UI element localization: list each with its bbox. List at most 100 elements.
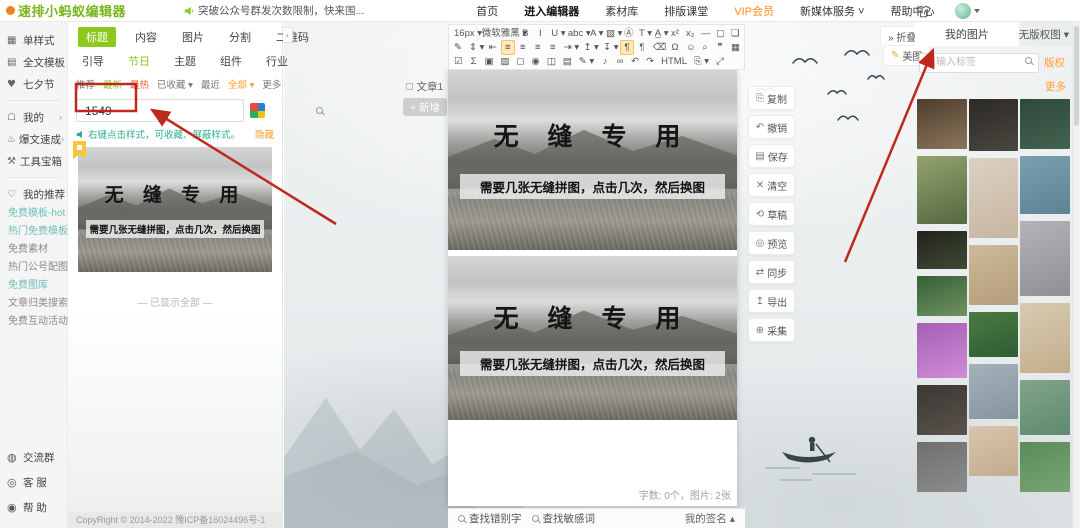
letter-spacing-button[interactable]: A̲ ▾ — [652, 26, 669, 41]
my-images-tab[interactable]: 我的图片 — [915, 22, 1019, 46]
photo-woman-garden[interactable] — [917, 155, 967, 224]
tab-content[interactable]: 内容 — [129, 27, 163, 47]
image-frame-button[interactable]: ◻ — [514, 54, 528, 69]
color-palette-icon[interactable] — [250, 103, 265, 118]
search-icon[interactable] — [1025, 57, 1032, 64]
rail-save-button[interactable]: ▤ 保存 — [748, 144, 795, 168]
photo-dark-portrait[interactable] — [968, 98, 1019, 151]
music-button[interactable]: ♪ — [598, 54, 612, 69]
rail-export-button[interactable]: ↥ 导出 — [748, 289, 795, 313]
nav-new-media-services[interactable]: 新媒体服务 ˅ — [800, 3, 864, 19]
photo-dark-room[interactable] — [917, 384, 967, 435]
nav-layout-class[interactable]: 排版课堂 — [664, 3, 708, 19]
sidebar-item-my-recommend[interactable]: ♡ 我的推荐 — [0, 183, 67, 205]
highlight-color-button[interactable]: ▧ ▾ — [603, 26, 622, 41]
filter-more[interactable]: 更多 — [262, 77, 281, 91]
scrollbar-track[interactable] — [1072, 22, 1080, 528]
margin-bottom-button[interactable]: ↧ ▾ — [600, 40, 619, 55]
image-library-button[interactable]: ▨ — [498, 54, 513, 69]
skin-tshirt-icon[interactable] — [916, 5, 931, 18]
photo-man-dark-green[interactable] — [917, 230, 967, 269]
format-painter-button[interactable]: ✎ — [451, 40, 465, 55]
text-style-button[interactable]: T ▾ — [636, 26, 652, 41]
strikethrough-button[interactable]: abc ▾ — [565, 26, 591, 41]
sidebar-item-single-style[interactable]: ▦ 单样式 — [0, 29, 67, 51]
my-signature-button[interactable]: 我的签名 ▴ — [685, 511, 735, 526]
rail-collect-button[interactable]: ⊕ 采集 — [748, 318, 795, 342]
more-link[interactable]: 更多 — [1045, 81, 1066, 93]
photo-tan-chairs[interactable] — [968, 244, 1019, 305]
photo-gray-scene[interactable] — [917, 441, 967, 492]
margin-top-button[interactable]: ↥ ▾ — [580, 40, 599, 55]
filter-favorited[interactable]: 已收藏 ▾ — [157, 77, 193, 91]
photo-building[interactable] — [968, 363, 1019, 419]
sidebar-item-mine[interactable]: ☖ 我的 › — [0, 106, 67, 128]
seamless-image-block-2[interactable]: 无 缝 专 用 需要几张无缝拼图，点击几次，然后换图 — [448, 256, 737, 420]
insert-image-button[interactable]: ▣ — [482, 54, 497, 69]
special-char-button[interactable]: Ω — [668, 40, 682, 55]
align-center-button[interactable]: ≡ — [516, 40, 530, 55]
nav-home[interactable]: 首页 — [476, 3, 498, 19]
photo-gray-fabric-plant[interactable] — [1020, 220, 1070, 296]
tab-industry[interactable]: 行业 — [266, 53, 288, 69]
checklist-button[interactable]: ☑ — [451, 54, 466, 69]
link-button[interactable]: ∞ — [613, 54, 627, 69]
photo-chair-curtain[interactable] — [1020, 302, 1070, 373]
copy-doc-button[interactable]: ❏ — [728, 26, 742, 41]
redo-button[interactable]: ↷ — [643, 54, 657, 69]
tab-component[interactable]: 组件 — [220, 53, 242, 69]
tab-festival[interactable]: 节日 — [128, 53, 150, 69]
table-button[interactable]: ▦ — [728, 40, 742, 55]
filter-all[interactable]: 全部 ▾ — [228, 77, 254, 91]
seamless-image-block-1[interactable]: 无 缝 专 用 需要几张无缝拼图，点击几次，然后换图 — [448, 70, 737, 250]
gallery-search-input[interactable] — [919, 52, 1039, 73]
announcement-banner[interactable]: 突破公众号群发次数限制，快来围... — [184, 3, 364, 18]
quote-button[interactable]: ❞ — [713, 40, 727, 55]
panel-collapse-toggle[interactable]: ‹ — [283, 27, 293, 43]
outdent-button[interactable]: ⇤ — [486, 40, 500, 55]
app-logo[interactable]: 速排小蚂蚁编辑器 — [6, 1, 126, 20]
sign-pen-button[interactable]: ✎ ▾ — [576, 54, 597, 69]
align-right-button[interactable]: ≡ — [531, 40, 545, 55]
sidebar-link-free-activity[interactable]: 免费互动活动 — [0, 313, 68, 331]
user-menu[interactable] — [955, 3, 980, 19]
emoji-button[interactable]: ☺ — [683, 40, 697, 55]
audio-button[interactable]: ▤ — [560, 54, 575, 69]
sidebar-item-help[interactable]: ◉ 帮 助 — [0, 495, 67, 520]
tab-theme[interactable]: 主题 — [174, 53, 196, 69]
find-replace-button[interactable]: ⌕ — [698, 40, 712, 55]
editor-page[interactable]: 无 缝 专 用 需要几张无缝拼图，点击几次，然后换图 无 缝 专 用 需要几张无… — [448, 70, 737, 506]
rail-clear-button[interactable]: ✕ 清空 — [748, 173, 795, 197]
find-typo-button[interactable]: 查找错别字 — [458, 511, 522, 526]
add-article-button[interactable]: + 新增 — [403, 98, 447, 116]
photo-chair-hat-books[interactable] — [917, 98, 967, 149]
nav-enter-editor[interactable]: 进入编辑器 — [524, 3, 579, 19]
sidebar-item-full-template[interactable]: ▤ 全文模板 — [0, 51, 67, 73]
tip-hide-link[interactable]: 隐藏 — [255, 127, 274, 141]
superscript-button[interactable]: x² — [668, 26, 682, 41]
photo-beige-person[interactable] — [968, 425, 1019, 476]
sidebar-link-free-material[interactable]: 免费素材 — [0, 241, 67, 259]
photo-boy-blue[interactable] — [1020, 155, 1070, 214]
bordered-text-button[interactable]: Ⓐ — [621, 26, 635, 41]
html-source-button[interactable]: HTML — [658, 54, 690, 69]
filter-hottest[interactable]: 最热 — [130, 77, 149, 91]
sidebar-link-hot-free-template[interactable]: 热门免费模板 — [0, 223, 68, 241]
font-size-select[interactable]: 16px ▾ — [451, 25, 482, 41]
bold-button[interactable]: B — [518, 26, 532, 41]
font-color-button[interactable]: A ▾ — [587, 26, 603, 41]
photo-man-gift-green[interactable] — [968, 311, 1019, 357]
filter-newest[interactable]: 最新 — [103, 77, 122, 91]
nav-material-library[interactable]: 素材库 — [605, 3, 638, 19]
sidebar-item-toolbox[interactable]: ⚒ 工具宝箱 — [0, 150, 67, 172]
search-icon[interactable] — [316, 107, 323, 114]
photo-still-life-table[interactable] — [968, 157, 1019, 238]
sidebar-item-hot-article[interactable]: ♨ 爆文速成 › — [0, 128, 67, 150]
horizontal-rule-button[interactable]: — — [698, 26, 712, 41]
sidebar-item-chat-group[interactable]: ◍ 交流群 — [0, 445, 67, 470]
find-sensitive-button[interactable]: 查找敏感词 — [531, 511, 595, 526]
tab-divider[interactable]: 分割 — [223, 27, 257, 47]
sidebar-item-customer-service[interactable]: ◎ 客 服 — [0, 470, 67, 495]
photo-two-men-hats[interactable] — [917, 275, 967, 316]
paragraph-mark-button[interactable]: ¶ — [619, 39, 634, 55]
